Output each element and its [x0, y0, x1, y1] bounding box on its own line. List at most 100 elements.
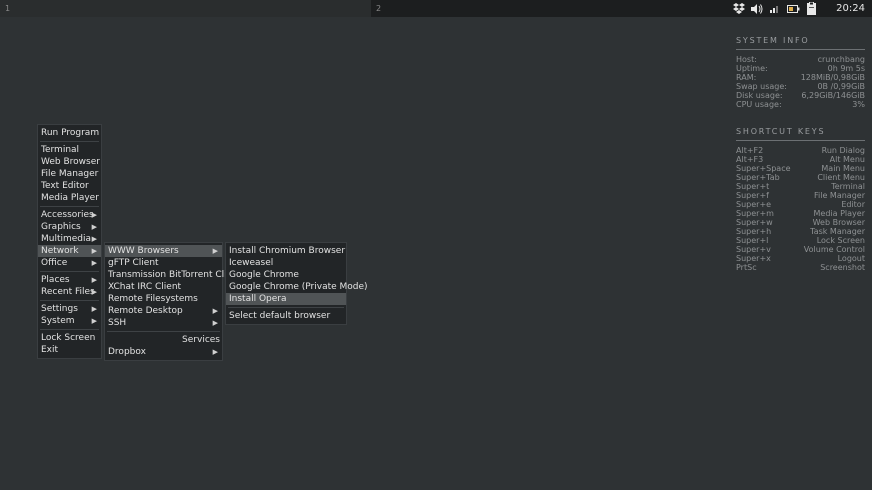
shortcut-row-value: Screenshot	[820, 263, 865, 272]
shortcut-row: Alt+F2 Run Dialog	[736, 146, 865, 155]
menu-item-ssh[interactable]: SSH ▶	[105, 317, 222, 329]
system-info-row-key: Disk usage:	[736, 91, 783, 100]
shortcut-row: Super+l Lock Screen	[736, 236, 865, 245]
menu-item-label: System	[41, 316, 75, 326]
shortcut-row-key: Alt+F3	[736, 155, 764, 164]
shortcut-row-value: Alt Menu	[829, 155, 865, 164]
menu-item-transmission[interactable]: Transmission BitTorrent Client	[105, 269, 241, 281]
menu-separator	[40, 329, 99, 330]
shortcut-row: Super+f File Manager	[736, 191, 865, 200]
menu-item-www-browsers[interactable]: WWW Browsers ▶	[105, 245, 222, 257]
menu-item-recent-files[interactable]: Recent Files ▶	[38, 286, 101, 298]
submenu-arrow-icon: ▶	[212, 307, 218, 315]
clipboard-icon[interactable]	[804, 2, 818, 16]
submenu-arrow-icon: ▶	[91, 288, 97, 296]
menu-item-install-chromium[interactable]: Install Chromium Browser	[226, 245, 346, 257]
shortcut-row-key: Super+Space	[736, 164, 791, 173]
menu-item-label: Remote Desktop	[108, 306, 183, 316]
menu-item-gftp-client[interactable]: gFTP Client	[105, 257, 222, 269]
system-info-row-key: CPU usage:	[736, 100, 782, 109]
conky-widget: SYSTEM INFO Host: crunchbang Uptime: 0h 9m …	[736, 36, 865, 272]
submenu-arrow-icon: ▶	[212, 348, 218, 356]
menu-item-exit[interactable]: Exit	[38, 344, 101, 356]
menu-item-google-chrome[interactable]: Google Chrome	[226, 269, 346, 281]
shortcut-row: Super+m Media Player	[736, 209, 865, 218]
menu-item-settings[interactable]: Settings ▶	[38, 303, 101, 315]
shortcut-row-key: PrtSc	[736, 263, 757, 272]
submenu-arrow-icon: ▶	[91, 276, 97, 284]
menu-item-multimedia[interactable]: Multimedia ▶	[38, 233, 101, 245]
system-info-row: Uptime: 0h 9m 5s	[736, 64, 865, 73]
system-info-row: Swap usage: 0B /0,99GiB	[736, 82, 865, 91]
volume-icon[interactable]	[750, 2, 764, 16]
submenu-arrow-icon: ▶	[91, 247, 97, 255]
menu-header-services: Services	[182, 335, 220, 345]
shortcut-row-value: Editor	[841, 200, 865, 209]
shortcut-row-key: Super+l	[736, 236, 769, 245]
shortcut-row: Super+w Web Browser	[736, 218, 865, 227]
shortcut-row-key: Super+t	[736, 182, 770, 191]
menu-item-label: Multimedia	[41, 234, 92, 244]
menu-item-media-player[interactable]: Media Player	[38, 192, 101, 204]
menu-item-remote-filesystems[interactable]: Remote Filesystems	[105, 293, 222, 305]
menu-item-lock-screen[interactable]: Lock Screen	[38, 332, 101, 344]
workspace-2[interactable]: 2	[371, 0, 491, 17]
menu-item-label: Office	[41, 258, 68, 268]
network-signal-icon[interactable]	[768, 2, 782, 16]
menu-item-iceweasel[interactable]: Iceweasel	[226, 257, 346, 269]
menu-separator	[40, 271, 99, 272]
menu-item-file-manager[interactable]: File Manager	[38, 168, 101, 180]
menu-item-label: Places	[41, 275, 70, 285]
system-info-row-key: RAM:	[736, 73, 757, 82]
menu-item-web-browser[interactable]: Web Browser	[38, 156, 101, 168]
menu-item-google-chrome-private[interactable]: Google Chrome (Private Mode)	[226, 281, 368, 293]
system-info-row-value: 3%	[852, 100, 865, 109]
menu-item-remote-desktop[interactable]: Remote Desktop ▶	[105, 305, 222, 317]
system-info-row: Disk usage: 6,29GiB/146GiB	[736, 91, 865, 100]
menu-item-install-opera[interactable]: Install Opera	[226, 293, 346, 305]
menu-item-graphics[interactable]: Graphics ▶	[38, 221, 101, 233]
battery-icon[interactable]	[786, 2, 800, 16]
clock[interactable]: 20:24	[836, 3, 865, 14]
shortcut-row-key: Super+m	[736, 209, 774, 218]
shortcut-row-key: Alt+F2	[736, 146, 764, 155]
system-info-row-value: 6,29GiB/146GiB	[801, 91, 865, 100]
dropbox-icon[interactable]	[732, 2, 746, 16]
system-info-row-key: Host:	[736, 55, 757, 64]
menu-item-terminal[interactable]: Terminal	[38, 144, 101, 156]
menu-item-label: Recent Files	[41, 287, 95, 297]
system-info-row-value: 0B /0,99GiB	[817, 82, 865, 91]
menu-item-office[interactable]: Office ▶	[38, 257, 101, 269]
shortcut-row-key: Super+f	[736, 191, 769, 200]
menu-item-select-default-browser[interactable]: Select default browser	[226, 310, 346, 322]
menu-item-label: SSH	[108, 318, 127, 328]
system-info-row-value: 128MiB/0,98GiB	[800, 73, 865, 82]
shortcut-row-key: Super+v	[736, 245, 771, 254]
system-info-row-key: Uptime:	[736, 64, 768, 73]
submenu-arrow-icon: ▶	[91, 305, 97, 313]
shortcut-row: Super+Tab Client Menu	[736, 173, 865, 182]
menu-item-system[interactable]: System ▶	[38, 315, 101, 327]
submenu-arrow-icon: ▶	[91, 223, 97, 231]
menu-item-xchat[interactable]: XChat IRC Client	[105, 281, 222, 293]
system-info-row: Host: crunchbang	[736, 55, 865, 64]
menu-item-run-program[interactable]: Run Program	[38, 127, 101, 139]
shortcut-row-value: Main Menu	[821, 164, 865, 173]
menu-item-text-editor[interactable]: Text Editor	[38, 180, 101, 192]
menu-item-dropbox[interactable]: Dropbox ▶	[105, 346, 222, 358]
system-info-row: RAM: 128MiB/0,98GiB	[736, 73, 865, 82]
workspace-1[interactable]: 1	[0, 0, 371, 17]
menu-item-label: Dropbox	[108, 347, 146, 357]
shortcut-keys-list: Alt+F2 Run Dialog Alt+F3 Alt Menu Super+Spac…	[736, 146, 865, 272]
shortcut-row-key: Super+h	[736, 227, 772, 236]
submenu-arrow-icon: ▶	[91, 259, 97, 267]
shortcut-row-value: Volume Control	[803, 245, 865, 254]
submenu-arrow-icon: ▶	[91, 211, 97, 219]
shortcut-row: Super+h Task Manager	[736, 227, 865, 236]
system-info-title: SYSTEM INFO	[736, 36, 865, 50]
menu-item-places[interactable]: Places ▶	[38, 274, 101, 286]
submenu-arrow-icon: ▶	[91, 235, 97, 243]
menu-item-accessories[interactable]: Accessories ▶	[38, 209, 101, 221]
shortcut-keys-title: SHORTCUT KEYS	[736, 127, 865, 141]
menu-item-network[interactable]: Network ▶	[38, 245, 101, 257]
